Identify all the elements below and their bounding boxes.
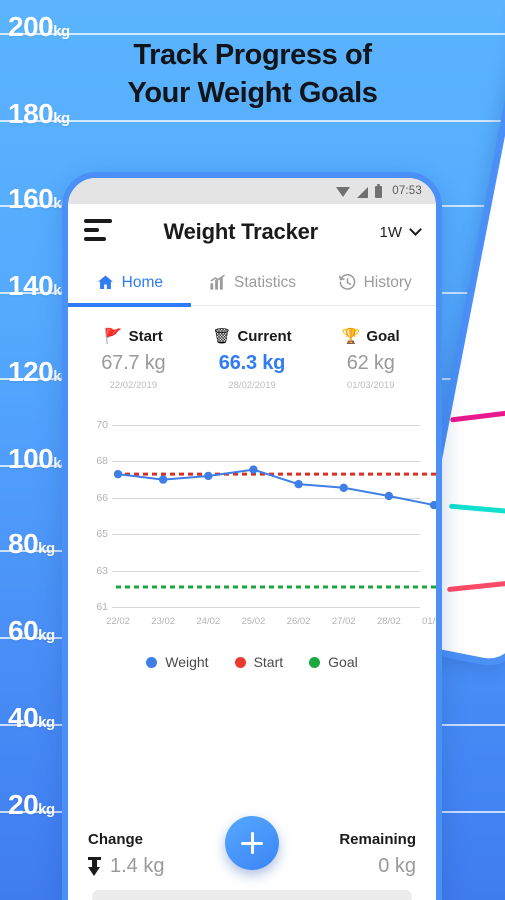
chart-data-point[interactable] <box>384 491 394 501</box>
chart-data-point[interactable] <box>158 475 168 484</box>
stat-current-date: 28/02/2019 <box>228 380 276 391</box>
scale-tick-label: 120kg <box>8 356 70 387</box>
scale-icon: 🗑 <box>212 328 232 345</box>
summary-stats: 🚩 Start 67.7 kg 22/02/2019 🗑 Current 66.… <box>68 306 436 405</box>
scale-tick-line <box>0 120 505 122</box>
chart-data-point[interactable] <box>204 471 213 481</box>
chart-data-point[interactable] <box>249 465 258 474</box>
legend-label: Start <box>253 654 284 670</box>
home-icon <box>96 273 115 292</box>
wifi-icon <box>336 187 351 197</box>
app-bar: Weight Tracker 1W <box>68 204 436 260</box>
chart-x-tick-label: 22/02 <box>106 616 130 627</box>
signal-icon <box>357 186 369 198</box>
stat-current: 🗑 Current 66.3 kg 28/02/2019 <box>193 328 312 391</box>
stat-goal-date: 01/03/2019 <box>346 380 395 391</box>
chart-data-point[interactable] <box>294 479 303 489</box>
legend-item[interactable]: Goal <box>309 654 358 670</box>
chart-x-tick-label: 24/02 <box>196 616 221 627</box>
stat-goal: 🏆 Goal 62 kg 01/03/2019 <box>311 328 430 391</box>
scale-tick-label: 60kg <box>8 615 55 646</box>
legend-color-dot <box>309 656 321 668</box>
status-bar: 07:53 <box>68 178 436 204</box>
stat-start: 🚩 Start 67.7 kg 22/02/2019 <box>74 328 193 391</box>
weight-chart[interactable]: 70 68 66 65 63 61 22/02 23/02 24/02 25/02 26/02 27… <box>78 413 436 628</box>
chart-x-tick-label: 23/02 <box>151 616 176 627</box>
chart-data-point[interactable] <box>339 483 348 492</box>
tab-statistics-label: Statistics <box>234 273 297 291</box>
app-title: Weight Tracker <box>163 219 319 244</box>
add-entry-button[interactable] <box>225 816 279 870</box>
legend-item[interactable]: Weight <box>146 654 209 670</box>
change-block: Change 1.4 kg <box>88 831 198 878</box>
scale-tick-label: 140kg <box>8 270 70 301</box>
scale-tick-label: 100kg <box>8 443 70 474</box>
chart-legend: Weight Start Goal <box>68 654 436 670</box>
tab-statistics[interactable]: Statistics <box>191 260 314 305</box>
flag-icon: 🚩 <box>103 328 123 345</box>
chart-x-tick-label: 27/02 <box>331 616 356 627</box>
tab-history[interactable]: History <box>313 260 436 305</box>
stat-start-date: 22/02/2019 <box>109 380 158 391</box>
poster-stage: 200kg 180kg 160kg 140kg 120kg 100kg 80kg 60kg 40… <box>0 0 505 900</box>
legend-color-dot <box>234 656 246 668</box>
scale-tick-line <box>0 33 505 35</box>
legend-label: Goal <box>328 654 358 670</box>
legend-color-dot <box>146 656 158 668</box>
chart-x-tick-label: 26/02 <box>286 616 311 627</box>
chart-x-tick-label: 28/02 <box>376 616 401 627</box>
chart-x-tick-label: 01/03 <box>422 616 441 627</box>
legend-label: Weight <box>165 654 209 670</box>
phone-mockup: 07:53 Weight Tracker 1W Home Statistics … <box>62 172 442 900</box>
hamburger-menu-icon[interactable] <box>84 218 112 246</box>
scale-tick-label: 160kg <box>8 183 70 214</box>
history-clock-icon <box>338 273 357 292</box>
stat-start-value: 67.7 kg <box>101 352 166 374</box>
scale-tick-label: 20kg <box>8 789 55 820</box>
chevron-down-icon <box>409 222 422 236</box>
scale-tick-label: 40kg <box>8 702 55 733</box>
range-selector-label: 1W <box>379 223 403 241</box>
scale-tick: 200kg <box>0 11 505 42</box>
legend-item[interactable]: Start <box>234 654 284 670</box>
arrow-down-icon <box>88 857 101 876</box>
trophy-icon: 🏆 <box>341 328 361 345</box>
change-title: Change <box>88 831 144 848</box>
stat-current-label: Current <box>237 328 292 345</box>
bottom-progress-pill <box>92 890 412 900</box>
remaining-block: Remaining 0 kg <box>306 831 416 878</box>
tab-home-label: Home <box>121 273 164 291</box>
stat-goal-value: 62 kg <box>346 352 395 374</box>
scale-tick: 180kg <box>0 98 505 129</box>
remaining-title: Remaining <box>339 831 416 848</box>
tab-home[interactable]: Home <box>68 260 191 307</box>
remaining-value: 0 kg <box>378 855 416 877</box>
chart-x-tick-label: 25/02 <box>241 616 266 627</box>
chart-plot-area <box>113 465 438 589</box>
status-bar-time: 07:53 <box>392 185 422 197</box>
stat-goal-label: Goal <box>366 328 400 345</box>
chart-data-point[interactable] <box>429 500 438 510</box>
stat-current-value: 66.3 kg <box>218 352 286 374</box>
chart-data-point[interactable] <box>113 469 123 479</box>
change-value: 1.4 kg <box>110 855 165 877</box>
scale-tick-label: 80kg <box>8 528 55 559</box>
tab-history-label: History <box>363 273 412 291</box>
range-selector[interactable]: 1W <box>379 222 422 241</box>
headline-line-2: Your Weight Goals <box>127 77 378 110</box>
bar-chart-icon <box>208 273 227 292</box>
headline-line-1: Track Progress of <box>133 39 372 71</box>
page-title: Track Progress of Your Weight Goals <box>0 36 505 113</box>
stat-start-label: Start <box>128 328 163 345</box>
battery-icon <box>375 183 383 198</box>
tab-bar: Home Statistics History <box>68 260 436 307</box>
